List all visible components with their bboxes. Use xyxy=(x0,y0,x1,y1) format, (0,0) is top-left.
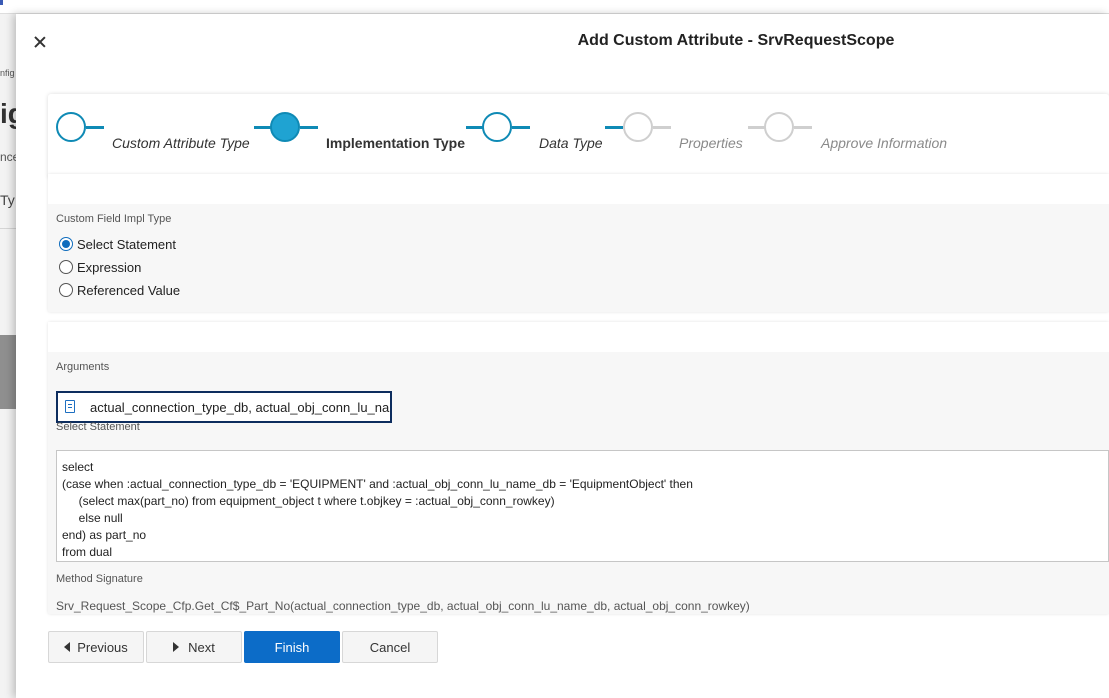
statement-line: (case when :actual_connection_type_db = … xyxy=(62,477,693,491)
radio-label: Select Statement xyxy=(77,236,176,252)
background-topbar xyxy=(0,0,1109,14)
step-connector xyxy=(300,126,318,129)
step-circle-custom-attribute-type[interactable] xyxy=(56,112,86,142)
background-gray-block xyxy=(0,335,16,409)
statement-line: (select max(part_no) from equipment_obje… xyxy=(62,494,555,508)
arguments-value[interactable]: actual_connection_type_db, actual_obj_co… xyxy=(90,400,390,415)
arguments-input[interactable]: actual_connection_type_db, actual_obj_co… xyxy=(56,391,392,423)
radio-expression[interactable]: Expression xyxy=(59,258,141,276)
statement-panel: Arguments actual_connection_type_db, act… xyxy=(48,322,1109,614)
dialog-title: Add Custom Attribute - SrvRequestScope xyxy=(577,32,895,49)
statement-line: select xyxy=(62,460,94,474)
arrow-left-icon xyxy=(64,642,71,652)
statement-line: end) as part_no xyxy=(62,528,147,542)
step-label-custom-attribute-type[interactable]: Custom Attribute Type xyxy=(112,135,250,151)
radio-select-statement[interactable]: Select Statement xyxy=(59,235,176,253)
finish-button[interactable]: Finish xyxy=(244,631,340,663)
background-subtitle-fragment: nce xyxy=(0,150,16,164)
step-connector xyxy=(512,126,530,129)
radio-button-checked[interactable] xyxy=(59,237,73,251)
step-connector xyxy=(605,126,623,129)
background-tab-fragment: Ty xyxy=(0,192,15,208)
radio-referenced-value[interactable]: Referenced Value xyxy=(59,281,180,299)
step-label-properties: Properties xyxy=(679,135,743,151)
background-title-fragment: ig xyxy=(0,98,16,129)
method-signature-value: Srv_Request_Scope_Cfp.Get_Cf$_Part_No(ac… xyxy=(56,599,750,613)
panel-header xyxy=(48,322,1109,352)
arrow-right-icon xyxy=(173,642,180,652)
radio-button[interactable] xyxy=(59,283,73,297)
impl-type-label: Custom Field Impl Type xyxy=(56,213,172,225)
radio-button[interactable] xyxy=(59,260,73,274)
step-label-implementation-type[interactable]: Implementation Type xyxy=(326,135,465,151)
step-label-data-type[interactable]: Data Type xyxy=(539,135,603,151)
step-label-approve-information: Approve Information xyxy=(821,135,948,151)
document-icon xyxy=(65,400,75,413)
step-connector xyxy=(86,126,104,129)
step-circle-data-type[interactable] xyxy=(482,112,512,142)
background-breadcrumb-fragment: nfig xyxy=(0,68,15,78)
select-statement-editor[interactable]: select (case when :actual_connection_typ… xyxy=(56,450,1109,562)
method-signature-label: Method Signature xyxy=(56,573,143,585)
radio-label: Referenced Value xyxy=(77,282,181,298)
background-divider xyxy=(0,228,16,229)
add-custom-attribute-dialog: Add Custom Attribute - SrvRequestScope C… xyxy=(16,14,1109,698)
next-button[interactable]: Next xyxy=(146,631,242,663)
impl-type-panel: Custom Field Impl Type Select Statement … xyxy=(48,174,1109,312)
step-connector xyxy=(794,126,812,129)
step-circle-properties xyxy=(623,112,653,142)
step-connector xyxy=(653,126,671,129)
step-circle-implementation-type[interactable] xyxy=(270,112,300,142)
cancel-button[interactable]: Cancel xyxy=(342,631,438,663)
select-statement-label: Select Statement xyxy=(56,421,140,433)
statement-line: from dual xyxy=(62,545,113,559)
radio-label: Expression xyxy=(77,259,142,275)
step-circle-approve-information xyxy=(764,112,794,142)
statement-line: else null xyxy=(62,511,123,525)
panel-header xyxy=(48,174,1109,204)
background-corner-mark xyxy=(0,0,3,5)
arguments-label: Arguments xyxy=(56,361,110,373)
close-icon[interactable] xyxy=(30,32,50,52)
previous-label: Previous xyxy=(77,639,128,655)
previous-button[interactable]: Previous xyxy=(48,631,144,663)
next-label: Next xyxy=(188,639,215,655)
wizard-stepper: Custom Attribute Type Implementation Typ… xyxy=(48,94,1109,178)
